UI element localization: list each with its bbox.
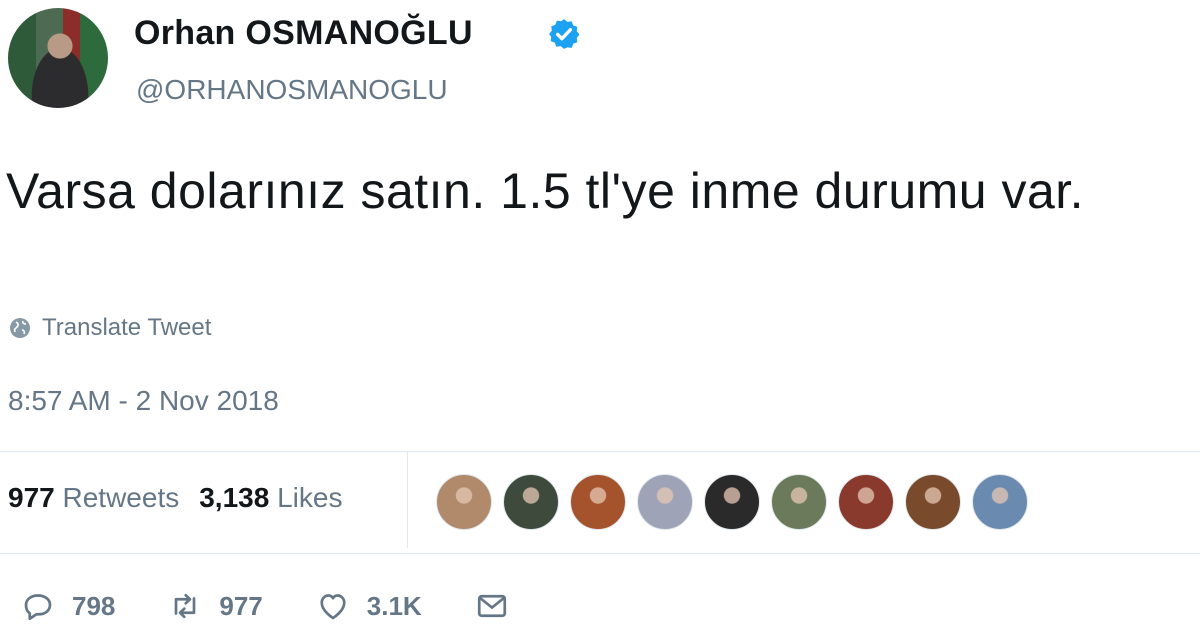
author-avatar[interactable] [8,8,108,108]
verified-badge-icon [549,19,580,49]
liker-avatar[interactable] [637,474,693,530]
reply-icon [24,594,52,621]
liker-avatar[interactable] [838,474,894,530]
retweet-icon [175,593,196,619]
author-name[interactable]: Orhan OSMANOĞLU [134,14,473,53]
retweet-count: 977 [219,590,263,621]
translate-tweet-link[interactable]: Translate Tweet [8,314,211,342]
likes-stat[interactable]: 3,138 Likes [199,482,342,514]
retweets-label: Retweets [62,482,180,513]
direct-message-button[interactable] [474,588,510,624]
stats-separator [407,452,408,548]
reply-button[interactable]: 798 [20,588,115,624]
liker-avatar[interactable] [905,474,961,530]
liker-avatar[interactable] [503,474,559,530]
likes-label: Likes [277,482,343,513]
engagement-stats: 977 Retweets 3,138 Likes [8,482,342,514]
like-button[interactable]: 3.1K [315,588,422,624]
like-count: 3.1K [366,590,422,621]
envelope-icon [477,594,506,618]
liker-avatar[interactable] [972,474,1028,530]
tweet-actions: 798 977 3.1K [20,588,562,624]
heart-icon [320,594,346,620]
retweets-count: 977 [8,482,55,513]
liker-avatar[interactable] [436,474,492,530]
liker-avatars [436,474,1028,530]
liker-avatar[interactable] [771,474,827,530]
globe-icon [10,318,30,338]
tweet-text: Varsa dolarınız satın. 1.5 tl'ye inme du… [6,163,1085,219]
likes-count: 3,138 [199,482,270,513]
divider-bottom [0,553,1200,554]
reply-count: 798 [72,590,116,621]
retweets-stat[interactable]: 977 Retweets [8,482,179,514]
tweet-timestamp[interactable]: 8:57 AM - 2 Nov 2018 [8,385,279,417]
liker-avatar[interactable] [704,474,760,530]
retweet-button[interactable]: 977 [167,588,263,624]
author-handle[interactable]: @ORHANOSMANOGLU [136,74,448,106]
divider-top [0,451,1200,452]
liker-avatar[interactable] [570,474,626,530]
translate-label: Translate Tweet [42,314,212,341]
